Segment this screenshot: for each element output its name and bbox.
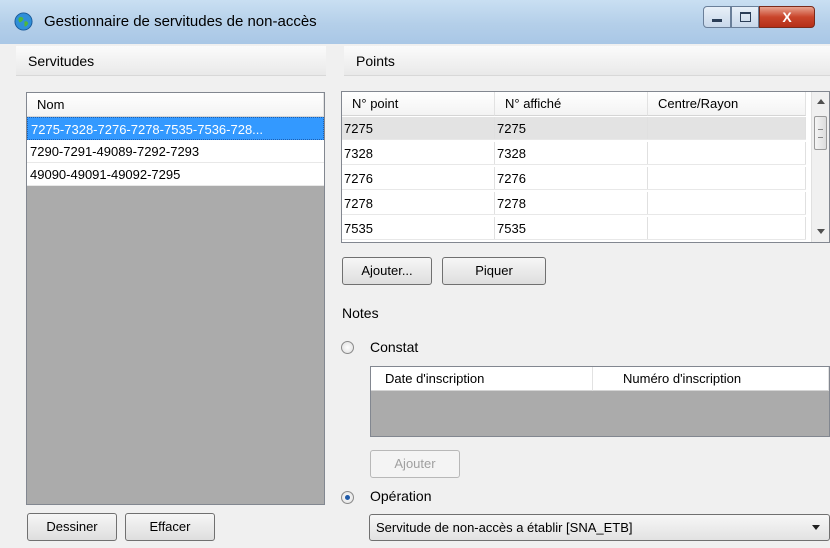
cell-displayed: 7328 [495, 142, 648, 164]
list-item[interactable]: 49090-49091-49092-7295 [27, 163, 324, 186]
constat-label: Constat [370, 339, 419, 355]
column-header-number[interactable]: Numéro d'inscription [593, 367, 829, 391]
minimize-button[interactable] [703, 6, 731, 28]
close-icon: X [782, 9, 792, 25]
column-header-point-number[interactable]: N° point [342, 92, 495, 116]
cell-center-radius [648, 167, 806, 189]
maximize-button[interactable] [731, 6, 759, 28]
cell-point: 7535 [342, 217, 495, 239]
column-header-displayed-number[interactable]: N° affiché [495, 92, 648, 116]
cell-point: 7275 [342, 117, 495, 139]
clear-button[interactable]: Effacer [125, 513, 215, 541]
operation-radio[interactable] [341, 491, 354, 504]
title-bar: Gestionnaire de servitudes de non-accès … [0, 0, 830, 44]
minimize-icon [712, 19, 722, 22]
notes-label: Notes [342, 305, 379, 321]
scroll-down-icon[interactable] [817, 229, 825, 234]
draw-button[interactable]: Dessiner [27, 513, 117, 541]
add-constat-button[interactable]: Ajouter [370, 450, 460, 478]
column-header-center-radius[interactable]: Centre/Rayon [648, 92, 806, 116]
cell-displayed: 7276 [495, 167, 648, 189]
constat-radio[interactable] [341, 341, 354, 354]
maximize-icon [739, 12, 751, 22]
scroll-up-icon[interactable] [817, 99, 825, 104]
points-scrollbar[interactable] [811, 92, 829, 242]
cell-displayed: 7275 [495, 117, 648, 139]
globe-icon [14, 12, 33, 31]
table-row[interactable]: 7275 7275 [342, 117, 806, 140]
servitudes-header: Servitudes [16, 46, 326, 76]
window-title: Gestionnaire de servitudes de non-accès [44, 13, 317, 30]
cell-center-radius [648, 142, 806, 164]
cell-point: 7328 [342, 142, 495, 164]
list-item[interactable]: 7275-7328-7276-7278-7535-7536-728... [27, 117, 324, 140]
add-point-button[interactable]: Ajouter... [342, 257, 432, 285]
cell-center-radius [648, 117, 806, 139]
points-table[interactable]: N° point N° affiché Centre/Rayon 7275 72… [341, 91, 830, 243]
chevron-down-icon [812, 525, 820, 530]
cell-point: 7278 [342, 192, 495, 214]
operation-label: Opération [370, 488, 432, 504]
table-row[interactable]: 7328 7328 [342, 142, 806, 165]
list-item[interactable]: 7290-7291-49089-7292-7293 [27, 140, 324, 163]
cell-point: 7276 [342, 167, 495, 189]
close-button[interactable]: X [759, 6, 815, 28]
pick-button[interactable]: Piquer [442, 257, 546, 285]
scroll-thumb[interactable] [814, 116, 827, 150]
cell-center-radius [648, 217, 806, 239]
cell-center-radius [648, 192, 806, 214]
points-header: Points [344, 46, 830, 76]
constat-table[interactable]: Date d'inscription Numéro d'inscription [370, 366, 830, 437]
cell-displayed: 7278 [495, 192, 648, 214]
operation-dropdown[interactable]: Servitude de non-accès a établir [SNA_ET… [369, 514, 830, 541]
table-row[interactable]: 7535 7535 [342, 217, 806, 240]
operation-selected: Servitude de non-accès a établir [SNA_ET… [376, 520, 633, 535]
column-header-nom[interactable]: Nom [27, 93, 324, 117]
servitudes-list[interactable]: Nom 7275-7328-7276-7278-7535-7536-728...… [26, 92, 325, 505]
cell-displayed: 7535 [495, 217, 648, 239]
table-row[interactable]: 7276 7276 [342, 167, 806, 190]
table-row[interactable]: 7278 7278 [342, 192, 806, 215]
column-header-date[interactable]: Date d'inscription [371, 367, 593, 391]
grip-icon [818, 129, 823, 138]
